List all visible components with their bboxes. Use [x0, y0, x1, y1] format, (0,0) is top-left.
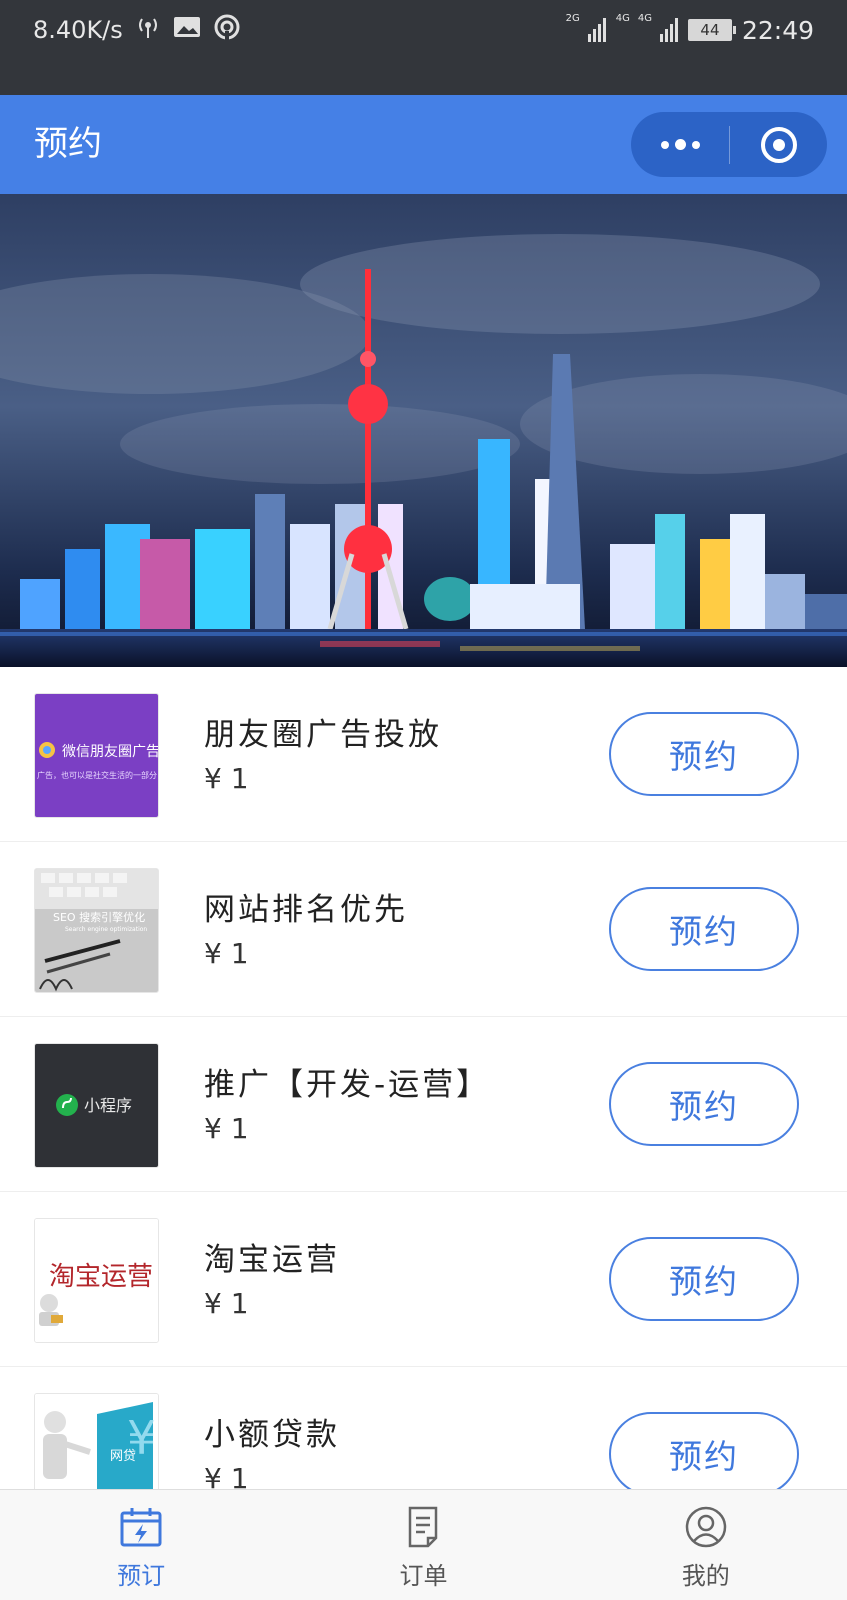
list-item[interactable]: 网贷 ¥ 小额贷款 ¥ 1 预约	[0, 1367, 847, 1489]
product-thumbnail[interactable]: 小程序	[34, 1043, 159, 1168]
thumb-caption: SEO 搜索引擎优化	[53, 910, 145, 924]
product-thumbnail[interactable]: SEO 搜索引擎优化 Search engine optimization	[34, 868, 159, 993]
product-price: ¥ 1	[204, 762, 249, 795]
book-button[interactable]: 预约	[609, 1237, 799, 1321]
tab-booking[interactable]: 预订	[0, 1490, 282, 1600]
banner-image[interactable]	[0, 194, 847, 667]
tab-label: 预订	[117, 1562, 166, 1590]
product-name: 淘宝运营	[204, 1242, 340, 1278]
tab-bar: 预订 订单 我的	[0, 1489, 847, 1600]
network-type-label: 4G	[615, 13, 630, 24]
status-bar: 8.40K/s 2G 4G 4G 44 22:49	[0, 0, 847, 95]
list-item[interactable]: 淘宝运营 淘宝运营 ¥ 1 预约	[0, 1192, 847, 1367]
network-speed: 8.40K/s	[33, 16, 123, 44]
product-thumbnail[interactable]: 网贷 ¥	[34, 1393, 159, 1489]
product-price: ¥ 1	[204, 937, 249, 970]
product-thumbnail[interactable]: 微信朋友圈广告 广告，也可以是社交生活的一部分	[34, 693, 159, 818]
target-icon	[760, 126, 797, 163]
thumb-caption: 微信朋友圈广告	[62, 744, 159, 760]
book-button[interactable]: 预约	[609, 712, 799, 796]
tab-label: 我的	[681, 1562, 730, 1590]
book-button[interactable]: 预约	[609, 887, 799, 971]
list-item[interactable]: SEO 搜索引擎优化 Search engine optimization 网站…	[0, 842, 847, 1017]
status-right: 2G 4G 4G 44 22:49	[566, 14, 814, 46]
miniprogram-capsule	[631, 112, 827, 177]
product-price: ¥ 1	[204, 1112, 249, 1145]
list-item[interactable]: 小程序 推广【开发-运营】 ¥ 1 预约	[0, 1017, 847, 1192]
navigation-bar: 预约	[0, 95, 847, 194]
list-item[interactable]: 微信朋友圈广告 广告，也可以是社交生活的一部分 朋友圈广告投放 ¥ 1 预约	[0, 667, 847, 842]
image-icon	[173, 15, 201, 45]
product-list: 微信朋友圈广告 广告，也可以是社交生活的一部分 朋友圈广告投放 ¥ 1 预约 S…	[0, 667, 847, 1489]
clock: 22:49	[741, 15, 814, 45]
signal-icon	[659, 18, 678, 42]
product-name: 小额贷款	[204, 1417, 340, 1453]
product-name: 推广【开发-运营】	[204, 1067, 491, 1103]
more-button[interactable]	[631, 112, 729, 177]
thumb-caption: 小程序	[84, 1096, 132, 1115]
product-name: 网站排名优先	[204, 892, 408, 928]
thumb-subcaption: 广告，也可以是社交生活的一部分	[37, 770, 157, 780]
product-thumbnail[interactable]: 淘宝运营	[34, 1218, 159, 1343]
page-title: 预约	[34, 124, 102, 164]
battery-icon: 44	[687, 19, 736, 41]
document-icon	[401, 1506, 445, 1552]
nfc-icon	[213, 13, 241, 47]
product-name: 朋友圈广告投放	[204, 717, 442, 753]
thumb-subcaption: Search engine optimization	[65, 926, 147, 933]
calendar-bolt-icon	[119, 1506, 163, 1552]
close-miniprogram-button[interactable]	[730, 112, 827, 177]
product-price: ¥ 1	[204, 1287, 249, 1320]
product-price: ¥ 1	[204, 1462, 249, 1489]
tab-label: 订单	[399, 1562, 448, 1590]
thumb-caption: 淘宝运营	[49, 1262, 153, 1292]
network-type-label: 4G	[637, 13, 652, 24]
svg-text:¥: ¥	[127, 1411, 156, 1465]
tab-orders[interactable]: 订单	[282, 1490, 564, 1600]
signal-icon	[587, 18, 606, 42]
book-button[interactable]: 预约	[609, 1062, 799, 1146]
user-icon	[684, 1506, 728, 1552]
tab-profile[interactable]: 我的	[565, 1490, 847, 1600]
status-left: 8.40K/s	[33, 14, 241, 46]
hotspot-icon	[135, 14, 161, 46]
book-button[interactable]: 预约	[609, 1412, 799, 1489]
network-type-label: 2G	[565, 13, 580, 24]
